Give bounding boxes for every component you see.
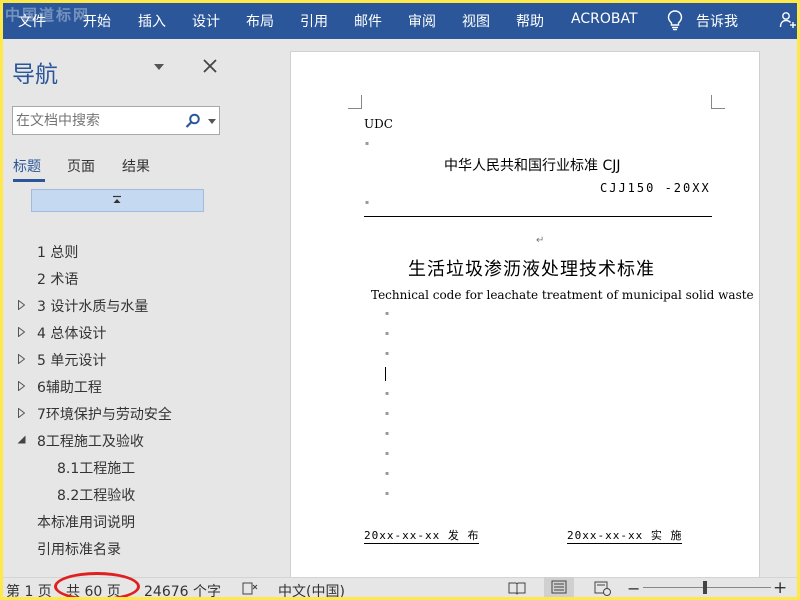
nav-title: 导航	[12, 62, 58, 88]
zoom-slider[interactable]	[643, 587, 771, 588]
highlight-annotation	[54, 572, 140, 597]
share-icon[interactable]	[779, 11, 797, 29]
document-area[interactable]: UDC ▪ 中华人民共和国行业标准 CJJ CJJ150 -20XX ▪ ↵ 生…	[239, 39, 797, 591]
tab-references[interactable]: 引用	[300, 11, 328, 31]
doc-title-en: Technical code for leachate treatment of…	[371, 288, 754, 302]
collapse-arrow-icon[interactable]	[17, 435, 26, 444]
crop-mark	[348, 95, 362, 109]
tab-file[interactable]: 文件	[18, 11, 46, 31]
tab-help[interactable]: 帮助	[516, 11, 544, 31]
collapse-all-icon	[113, 195, 121, 203]
expand-arrow-icon[interactable]	[18, 327, 25, 337]
zoom-slider-thumb[interactable]	[703, 581, 707, 594]
paragraph-mark: ▪	[385, 390, 390, 397]
heading-item[interactable]: 8.1工程施工	[57, 458, 135, 478]
tab-layout[interactable]: 布局	[246, 11, 274, 31]
heading-label: 4 总体设计	[37, 326, 107, 342]
print-layout-button[interactable]	[544, 577, 574, 597]
paragraph-mark: ▪	[385, 470, 390, 477]
focus-mode-icon[interactable]	[242, 582, 258, 595]
lightbulb-icon[interactable]	[667, 9, 683, 31]
ribbon-tab-bar: 中国道标网 文件 开始 插入 设计 布局 引用 邮件 审阅 视图 帮助 ACRO…	[3, 3, 797, 39]
heading-label: 2 术语	[37, 272, 79, 288]
heading-item[interactable]: 2 术语	[37, 269, 78, 289]
print-layout-icon	[551, 580, 567, 594]
tell-me-label[interactable]: 告诉我	[696, 11, 738, 31]
chevron-down-icon[interactable]	[153, 63, 165, 71]
paragraph-mark: ▪	[385, 310, 390, 317]
tab-results[interactable]: 结果	[122, 156, 150, 176]
document-page[interactable]: UDC ▪ 中华人民共和国行业标准 CJJ CJJ150 -20XX ▪ ↵ 生…	[290, 51, 760, 591]
heading-label: 引用标准名录	[37, 542, 121, 558]
heading-label: 1 总则	[37, 245, 79, 261]
heading-item[interactable]: 1 总则	[37, 242, 78, 262]
word-count[interactable]: 24676 个字	[144, 581, 221, 597]
paragraph-mark: ▪	[385, 450, 390, 457]
search-icon[interactable]	[185, 113, 201, 129]
language-indicator[interactable]: 中文(中国)	[278, 581, 345, 597]
heading-item[interactable]: 本标准用词说明	[37, 512, 135, 532]
active-tab-indicator	[13, 179, 45, 182]
heading-label: 8工程施工及验收	[37, 434, 144, 450]
close-icon[interactable]	[203, 59, 217, 73]
heading-label: 本标准用词说明	[37, 515, 135, 531]
expand-arrow-icon[interactable]	[18, 408, 25, 418]
paragraph-mark: ▪	[385, 430, 390, 437]
paragraph-mark: ▪	[385, 330, 390, 337]
tab-insert[interactable]: 插入	[138, 11, 166, 31]
doc-header-line: 中华人民共和国行业标准 CJJ	[444, 158, 621, 174]
tab-home[interactable]: 开始	[83, 11, 111, 31]
crop-mark	[711, 95, 725, 109]
search-input[interactable]	[16, 111, 176, 131]
paragraph-mark: ▪	[385, 410, 390, 417]
tab-mailings[interactable]: 邮件	[354, 11, 382, 31]
tab-acrobat[interactable]: ACROBAT	[571, 11, 638, 27]
paragraph-mark: ▪	[365, 199, 370, 206]
search-options-chevron-icon[interactable]	[208, 119, 216, 124]
tab-headings[interactable]: 标题	[13, 156, 41, 176]
standard-code: CJJ150 -20XX	[600, 181, 711, 195]
expand-arrow-icon[interactable]	[18, 381, 25, 391]
heading-label: 8.2工程验收	[57, 488, 136, 504]
udc-label: UDC	[364, 117, 393, 131]
doc-title-cn: 生活垃圾渗沥液处理技术标准	[408, 259, 655, 280]
paragraph-mark: ▪	[365, 140, 370, 147]
tab-review[interactable]: 审阅	[408, 11, 436, 31]
expand-arrow-icon[interactable]	[18, 300, 25, 310]
paragraph-mark: ↵	[536, 235, 545, 246]
heading-label: 5 单元设计	[37, 353, 107, 369]
heading-item[interactable]: 引用标准名录	[37, 539, 121, 559]
web-layout-icon[interactable]	[594, 581, 612, 596]
navigation-pane: 导航 标题 页面 结果 1 总	[3, 39, 239, 577]
page-indicator[interactable]: 第 1 页	[6, 581, 52, 597]
paragraph-mark: ▪	[385, 350, 390, 357]
tab-design[interactable]: 设计	[192, 11, 220, 31]
tab-pages[interactable]: 页面	[67, 156, 95, 176]
paragraph-mark: ▪	[385, 490, 390, 497]
zoom-out-button[interactable]: −	[627, 579, 640, 597]
heading-item[interactable]: 8.2工程验收	[57, 485, 135, 505]
collapse-all-button[interactable]	[31, 189, 204, 212]
header-rule	[364, 216, 712, 217]
read-mode-icon[interactable]	[508, 581, 526, 595]
tab-view[interactable]: 视图	[462, 11, 490, 31]
implement-date: 20xx-xx-xx 实 施	[567, 529, 683, 544]
search-box	[12, 106, 220, 135]
zoom-in-button[interactable]: +	[773, 578, 787, 597]
publish-date: 20xx-xx-xx 发 布	[364, 529, 480, 544]
status-bar: 第 1 页 共 60 页 24676 个字 中文(中国) − +	[3, 572, 797, 597]
heading-label: 3 设计水质与水量	[37, 299, 149, 315]
word-window: 中国道标网 文件 开始 插入 设计 布局 引用 邮件 审阅 视图 帮助 ACRO…	[3, 3, 797, 597]
text-cursor	[385, 367, 386, 381]
expand-arrow-icon[interactable]	[18, 354, 25, 364]
heading-label: 8.1工程施工	[57, 461, 136, 477]
heading-label: 7环境保护与劳动安全	[37, 407, 172, 423]
heading-label: 6辅助工程	[37, 380, 102, 396]
